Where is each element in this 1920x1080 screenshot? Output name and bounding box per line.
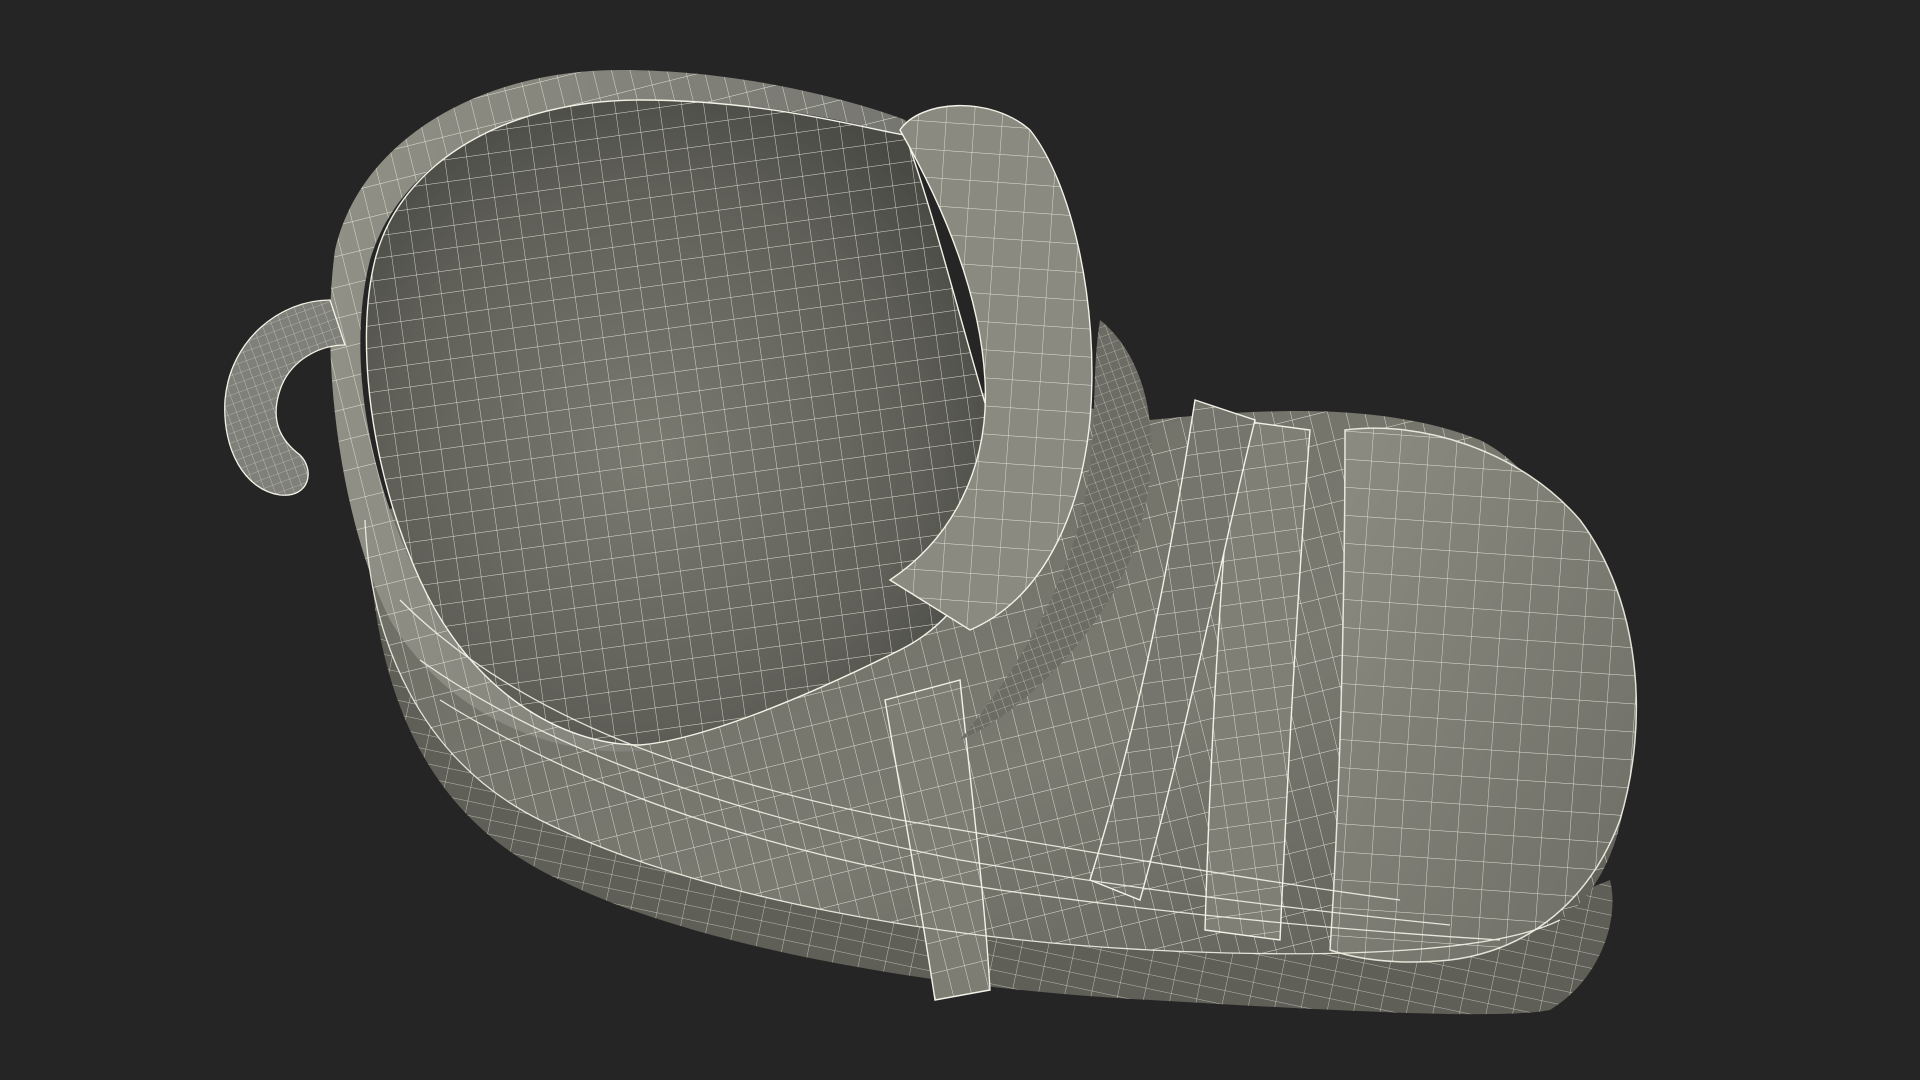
interior-opening bbox=[365, 99, 997, 746]
heel-pull-loop bbox=[224, 299, 346, 496]
viewport-background bbox=[0, 0, 1920, 1080]
boot-wireframe-render bbox=[224, 70, 1638, 1015]
